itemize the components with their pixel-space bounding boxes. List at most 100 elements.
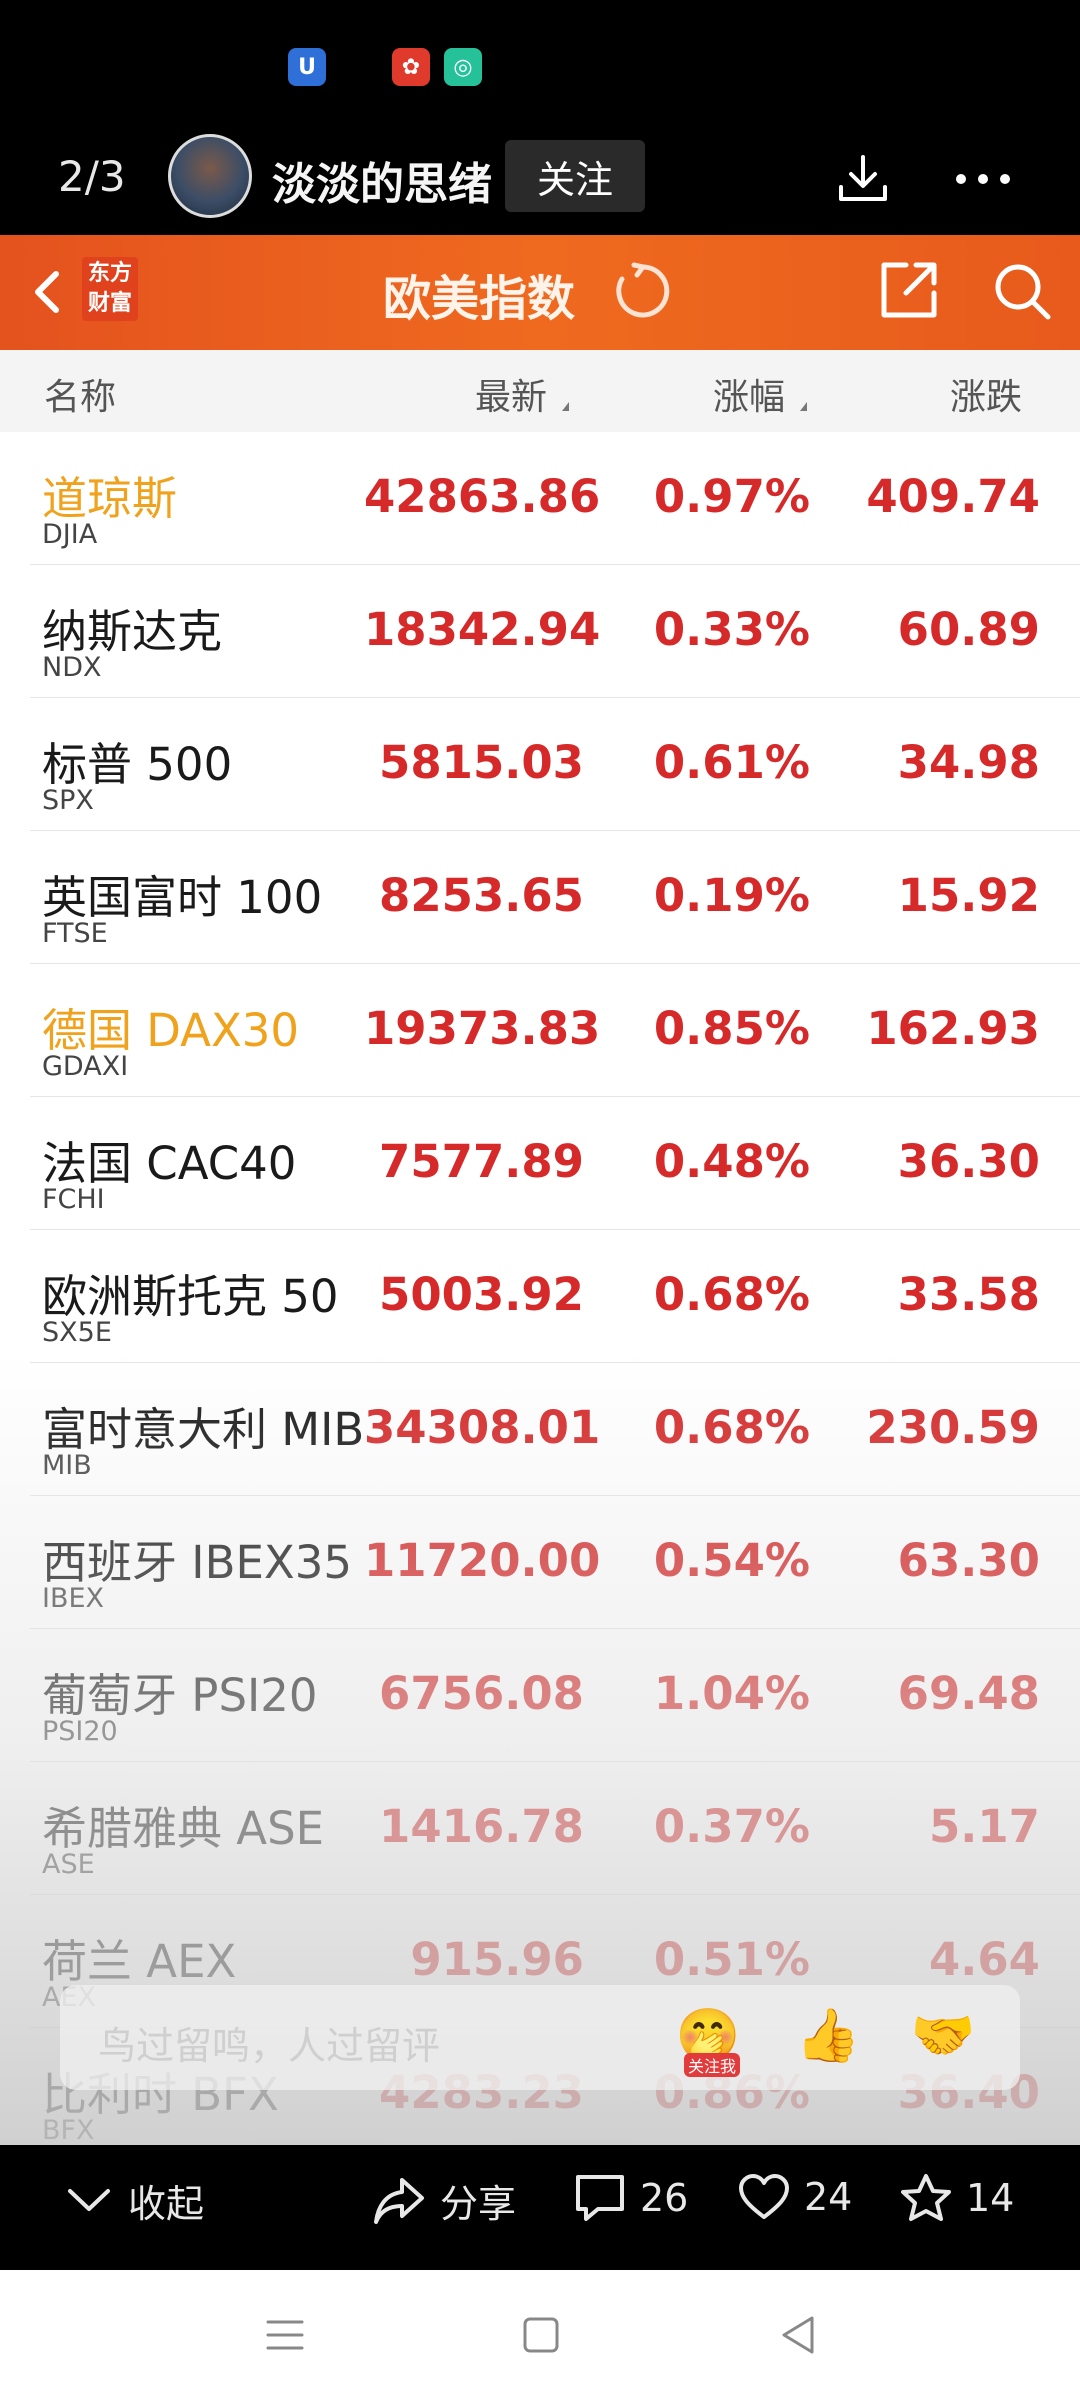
table-header: 名称 最新 涨幅 涨跌 [0,350,1080,432]
index-code: FCHI [42,1184,105,1215]
change-percent: 0.61% [653,736,810,789]
index-code: SX5E [42,1317,112,1348]
handshake-emoji-icon[interactable]: 🤝 [910,2003,976,2069]
index-name: 法国 CAC40 [42,1137,297,1190]
comment-bar[interactable]: 鸟过留鸣，人过留评 🤭 关注我 👍 🤝 [60,1985,1020,2090]
latest-value: 11720.00 [364,1534,601,1587]
comment-button[interactable]: 26 [574,2173,688,2223]
table-row[interactable]: 富时意大利 MIB MIB 34308.01 0.68% 230.59 [30,1363,1080,1496]
index-code: DJIA [42,519,98,550]
change-percent: 0.54% [653,1534,810,1587]
index-code: NDX [42,652,102,683]
table-row[interactable]: 欧洲斯托克 50 SX5E 5003.92 0.68% 33.58 [30,1230,1080,1363]
latest-value: 42863.86 [364,470,601,523]
emoji-badge: 关注我 [684,2053,741,2077]
change-value: 33.58 [897,1268,1040,1321]
index-name: 西班牙 IBEX35 [42,1536,352,1589]
favorite-button[interactable]: 14 [900,2173,1014,2223]
change-value: 230.59 [866,1401,1040,1454]
back-nav-icon[interactable] [774,2310,824,2360]
status-bar: U ✿ ◎ [0,0,1080,130]
post-header: 2/3 淡淡的思绪 关注 [0,130,1080,235]
change-value: 60.89 [897,603,1040,656]
home-icon[interactable] [516,2310,566,2360]
like-button[interactable]: 24 [738,2173,852,2221]
menu-icon[interactable] [260,2310,310,2360]
more-icon[interactable] [948,144,1018,214]
table-row[interactable]: 葡萄牙 PSI20 PSI20 6756.08 1.04% 69.48 [30,1629,1080,1762]
collapse-button[interactable]: 收起 [64,2173,204,2228]
change-value: 162.93 [866,1002,1040,1055]
change-percent: 0.97% [653,470,810,523]
comment-icon [576,2175,624,2221]
app-notification-icon: ◎ [444,48,482,86]
change-percent: 0.68% [653,1401,810,1454]
action-bar: 收起 分享 26 24 14 [0,2145,1080,2270]
refresh-icon[interactable] [610,259,674,323]
table-row[interactable]: 希腊雅典 ASE ASE 1416.78 0.37% 5.17 [30,1762,1080,1895]
sort-indicator-icon [562,402,569,411]
change-percent: 0.85% [653,1002,810,1055]
latest-value: 5003.92 [379,1268,584,1321]
change-value: 36.30 [897,1135,1040,1188]
eastmoney-logo: 东方 财富 [82,257,138,321]
column-header-latest[interactable]: 最新 [475,368,547,420]
change-percent: 0.48% [653,1135,810,1188]
page-title: 欧美指数 [383,271,576,327]
index-code: ASE [42,1849,95,1880]
latest-value: 7577.89 [379,1135,584,1188]
change-value: 5.17 [928,1800,1040,1853]
share-external-icon[interactable] [876,257,942,323]
change-value: 34.98 [897,736,1040,789]
index-name: 标普 500 [42,738,233,791]
username[interactable]: 淡淡的思绪 [272,148,492,212]
latest-value: 19373.83 [364,1002,601,1055]
change-percent: 0.68% [653,1268,810,1321]
table-row[interactable]: 德国 DAX30 GDAXI 19373.83 0.85% 162.93 [30,964,1080,1097]
change-value: 63.30 [897,1534,1040,1587]
table-row[interactable]: 标普 500 SPX 5815.03 0.61% 34.98 [30,698,1080,831]
comment-input[interactable]: 鸟过留鸣，人过留评 [98,2015,440,2070]
column-header-pct[interactable]: 涨幅 [713,368,785,420]
table-row[interactable]: 西班牙 IBEX35 IBEX 11720.00 0.54% 63.30 [30,1496,1080,1629]
column-header-chg[interactable]: 涨跌 [950,368,1022,420]
search-icon[interactable] [990,259,1054,323]
index-code: FTSE [42,918,108,949]
app-notification-icon: ✿ [392,48,430,86]
index-name: 葡萄牙 PSI20 [42,1669,318,1722]
download-icon[interactable] [828,144,898,214]
page-indicator: 2/3 [58,152,126,201]
avatar[interactable] [168,134,252,218]
follow-button[interactable]: 关注 [505,140,645,212]
index-code: PSI20 [42,1716,118,1747]
index-name: 道琼斯 [42,472,178,525]
column-header-name[interactable]: 名称 [44,368,116,420]
latest-value: 1416.78 [379,1800,584,1853]
chevron-down-icon [68,2188,110,2211]
table-row[interactable]: 道琼斯 DJIA 42863.86 0.97% 409.74 [30,432,1080,565]
heart-icon [739,2174,789,2219]
latest-value: 915.96 [410,1933,584,1986]
latest-value: 18342.94 [364,603,601,656]
change-percent: 0.37% [653,1800,810,1853]
table-row[interactable]: 纳斯达克 NDX 18342.94 0.33% 60.89 [30,565,1080,698]
latest-value: 6756.08 [379,1667,584,1720]
index-code: BFX [42,2115,95,2145]
index-name: 德国 DAX30 [42,1004,300,1057]
thumbs-up-emoji-icon[interactable]: 👍 [795,2003,861,2069]
share-button[interactable]: 分享 [372,2173,516,2228]
index-name: 富时意大利 MIB [42,1403,365,1456]
share-arrow-icon [374,2177,424,2224]
back-icon[interactable] [18,260,78,325]
table-row[interactable]: 英国富时 100 FTSE 8253.65 0.19% 15.92 [30,831,1080,964]
sort-indicator-icon [800,402,807,411]
change-value: 409.74 [866,470,1040,523]
index-name: 纳斯达克 [42,605,223,658]
latest-value: 8253.65 [379,869,584,922]
table-row[interactable]: 法国 CAC40 FCHI 7577.89 0.48% 36.30 [30,1097,1080,1230]
index-name: 欧洲斯托克 50 [42,1270,339,1323]
index-name: 荷兰 AEX [42,1935,237,1988]
change-value: 69.48 [897,1667,1040,1720]
index-code: SPX [42,785,94,816]
index-code: MIB [42,1450,92,1481]
